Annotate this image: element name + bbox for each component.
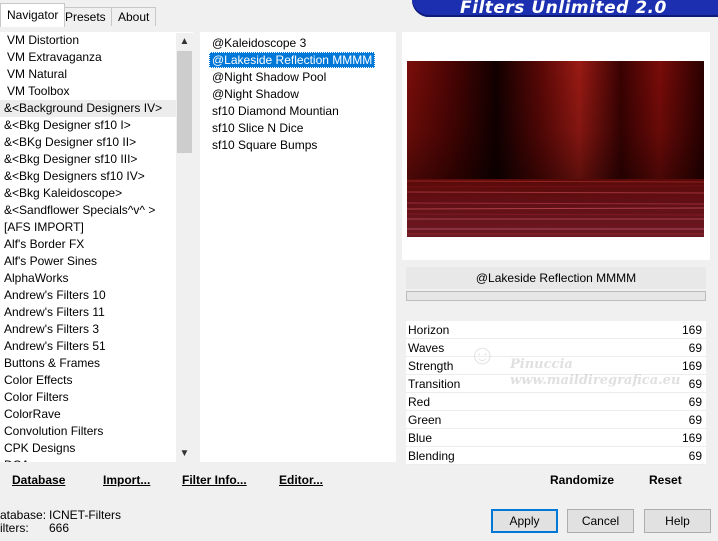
cancel-button[interactable]: Cancel [567, 509, 634, 533]
category-item[interactable]: &<Bkg Designer sf10 III> [0, 151, 193, 168]
category-item[interactable]: ColorRave [0, 406, 193, 423]
filter-item[interactable]: sf10 Diamond Mountian [209, 103, 342, 119]
filter-info-button[interactable]: Filter Info... [182, 473, 247, 487]
param-row-red[interactable]: Red 69 [406, 393, 706, 411]
category-item[interactable]: Alf's Power Sines [0, 253, 193, 270]
action-bar: Database Import... Filter Info... Editor… [0, 468, 718, 492]
scroll-thumb[interactable] [177, 51, 192, 153]
category-scrollbar[interactable]: ▲ ▼ [176, 33, 193, 462]
param-value: 169 [681, 431, 702, 445]
help-button[interactable]: Help [644, 509, 711, 533]
param-name: Blue [408, 431, 433, 445]
tab-presets[interactable]: Presets [58, 7, 113, 26]
param-row-transition[interactable]: Transition 69 [406, 375, 706, 393]
param-name: Waves [408, 341, 445, 355]
preview-image [407, 61, 704, 237]
progress-bar [406, 291, 706, 301]
category-item[interactable]: VM Distortion [0, 32, 193, 49]
filter-item[interactable]: @Kaleidoscope 3 [209, 35, 309, 51]
category-item[interactable]: [AFS IMPORT] [0, 219, 193, 236]
import-button[interactable]: Import... [103, 473, 150, 487]
category-item[interactable]: &<Sandflower Specials^v^ > [0, 202, 193, 219]
banner-title: Filters Unlimited 2.0 [460, 0, 667, 18]
category-item[interactable]: &<Bkg Designer sf10 I> [0, 117, 193, 134]
category-item[interactable]: Andrew's Filters 51 [0, 338, 193, 355]
category-item[interactable]: Color Filters [0, 389, 193, 406]
category-item[interactable]: VM Natural [0, 66, 193, 83]
category-item[interactable]: DCA [0, 457, 193, 462]
category-item[interactable]: VM Toolbox [0, 83, 193, 100]
filter-name-label: @Lakeside Reflection MMMM [475, 271, 637, 285]
category-item[interactable]: Color Effects [0, 372, 193, 389]
param-value: 69 [688, 449, 702, 463]
category-item[interactable]: Andrew's Filters 3 [0, 321, 193, 338]
filter-item[interactable]: sf10 Square Bumps [209, 137, 320, 153]
editor-button[interactable]: Editor... [279, 473, 323, 487]
filter-item[interactable]: @Night Shadow [209, 86, 302, 102]
randomize-button[interactable]: Randomize [550, 473, 614, 487]
param-row-horizon[interactable]: Horizon 169 [406, 321, 706, 339]
param-row-strength[interactable]: Strength 169 [406, 357, 706, 375]
category-item[interactable]: Alf's Border FX [0, 236, 193, 253]
param-name: Horizon [408, 323, 450, 337]
tab-navigator[interactable]: Navigator [0, 3, 66, 27]
tab-strip: Navigator Presets About [0, 0, 200, 27]
param-row-blending[interactable]: Blending 69 [406, 447, 706, 465]
category-item[interactable]: Andrew's Filters 10 [0, 287, 193, 304]
param-name: Red [408, 395, 431, 409]
filter-item[interactable]: @Night Shadow Pool [209, 69, 329, 85]
filter-list[interactable]: @Kaleidoscope 3 @Lakeside Reflection MMMM… [200, 32, 396, 462]
category-item[interactable]: VM Extravaganza [0, 49, 193, 66]
category-item[interactable]: &<BKg Designer sf10 II> [0, 134, 193, 151]
status-area: atabase: ICNET-Filters ilters: 666 [0, 507, 200, 541]
database-button[interactable]: Database [12, 473, 65, 487]
database-value: ICNET-Filters [49, 508, 121, 522]
reset-button[interactable]: Reset [649, 473, 682, 487]
param-name: Blending [408, 449, 455, 463]
apply-button[interactable]: Apply [491, 509, 558, 533]
database-label: atabase: [0, 508, 47, 522]
param-name: Transition [408, 377, 461, 391]
chevron-up-icon[interactable]: ▲ [176, 33, 193, 50]
filter-item[interactable]: sf10 Slice N Dice [209, 120, 306, 136]
filter-name-bar: @Lakeside Reflection MMMM [406, 267, 706, 289]
filter-item[interactable]: @Lakeside Reflection MMMM [209, 52, 376, 68]
filters-count-value: 666 [49, 521, 70, 535]
filters-count-label: ilters: [0, 521, 29, 535]
param-value: 69 [688, 341, 702, 355]
param-row-blue[interactable]: Blue 169 [406, 429, 706, 447]
param-name: Green [408, 413, 442, 427]
param-value: 169 [681, 359, 702, 373]
param-value: 69 [688, 395, 702, 409]
category-item[interactable]: Andrew's Filters 11 [0, 304, 193, 321]
chevron-down-icon[interactable]: ▼ [176, 445, 193, 462]
param-name: Strength [408, 359, 454, 373]
category-item[interactable]: &<Bkg Kaleidoscope> [0, 185, 193, 202]
category-item[interactable]: &<Background Designers IV> [0, 100, 193, 117]
category-item[interactable]: CPK Designs [0, 440, 193, 457]
category-item[interactable]: Buttons & Frames [0, 355, 193, 372]
param-value: 69 [688, 413, 702, 427]
parameter-panel: Horizon 169 Waves 69 Strength 169 Transition 69… [406, 321, 706, 465]
category-item[interactable]: AlphaWorks [0, 270, 193, 287]
app-banner: Filters Unlimited 2.0 [412, 0, 718, 18]
param-row-waves[interactable]: Waves 69 [406, 339, 706, 357]
param-value: 169 [681, 323, 702, 337]
tab-about[interactable]: About [111, 7, 157, 26]
category-item[interactable]: Convolution Filters [0, 423, 193, 440]
param-row-green[interactable]: Green 69 [406, 411, 706, 429]
category-item[interactable]: &<Bkg Designers sf10 IV> [0, 168, 193, 185]
param-value: 69 [688, 377, 702, 391]
category-list[interactable]: VM Distortion VM Extravaganza VM Natural VM… [0, 32, 193, 462]
